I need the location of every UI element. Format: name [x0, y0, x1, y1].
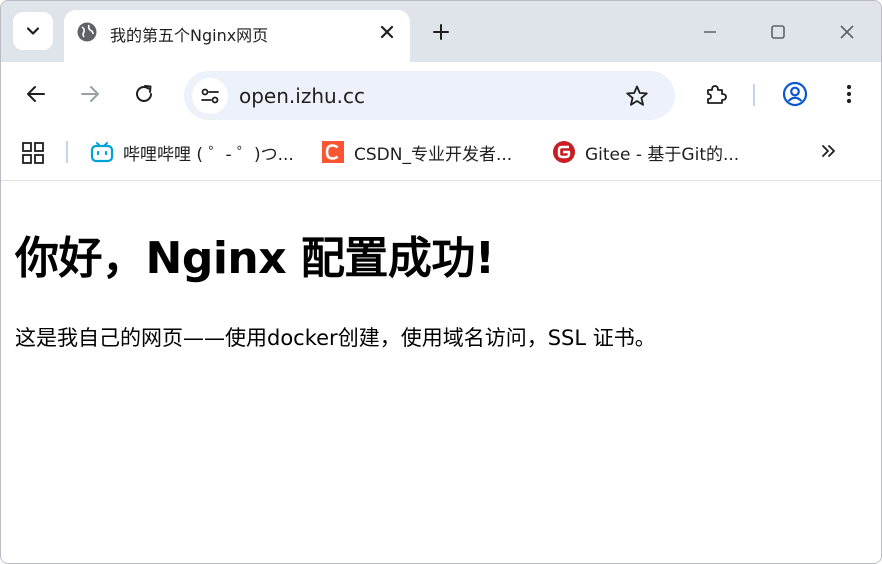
bookmark-label: Gitee - 基于Git的...: [585, 144, 740, 165]
globe-icon: [77, 22, 97, 42]
browser-window: 我的第五个Nginx网页 open.izhu.cc 哔哩哔哩 (゜- ゜)つ.…: [0, 0, 882, 564]
profile-button[interactable]: [782, 81, 808, 107]
apps-grid-icon[interactable]: [21, 141, 45, 165]
forward-button[interactable]: [77, 81, 103, 107]
menu-button[interactable]: [836, 81, 862, 107]
url-text[interactable]: open.izhu.cc: [239, 84, 365, 108]
tab-title: 我的第五个Nginx网页: [110, 26, 269, 45]
profile-icon: [782, 81, 808, 107]
minimize-button[interactable]: [698, 20, 722, 44]
address-bar[interactable]: open.izhu.cc: [184, 71, 675, 120]
back-button[interactable]: [23, 81, 49, 107]
toolbar-divider: [753, 84, 755, 106]
double-chevron-right-icon: [822, 145, 835, 157]
reload-button[interactable]: [131, 81, 157, 107]
minimize-icon: [704, 31, 716, 33]
bookmark-label: 哔哩哔哩 ( ゜- ゜)つ...: [123, 144, 294, 165]
chevron-down-icon: [26, 27, 40, 35]
page-content: 你好，Nginx 配置成功! 这是我自己的网页——使用docker创建，使用域名…: [1, 182, 881, 563]
star-icon: [626, 85, 648, 106]
bilibili-icon: [90, 142, 114, 163]
arrow-left-icon: [27, 86, 45, 102]
close-icon: [840, 25, 854, 39]
puzzle-icon: [707, 85, 727, 104]
tab-close-button[interactable]: [376, 21, 398, 43]
new-tab-button[interactable]: [429, 20, 453, 44]
arrow-right-icon: [81, 86, 99, 102]
maximize-icon: [771, 25, 785, 39]
more-bookmarks-button[interactable]: [816, 139, 840, 163]
bookmark-star-button[interactable]: [624, 83, 650, 109]
toolbar: open.izhu.cc: [1, 62, 881, 124]
page-paragraph: 这是我自己的网页——使用docker创建，使用域名访问，SSL 证书。: [15, 326, 656, 350]
bookmark-gitee[interactable]: Gitee - 基于Git的...: [552, 138, 739, 166]
plus-icon: [433, 24, 449, 40]
more-vert-icon: [846, 84, 852, 104]
site-info-button[interactable]: [192, 78, 228, 114]
gitee-icon: [553, 141, 575, 163]
bookmarks-divider: [66, 141, 68, 163]
bookmark-label: CSDN_专业开发者...: [354, 144, 513, 165]
window-close-button[interactable]: [835, 20, 859, 44]
page-heading: 你好，Nginx 配置成功!: [15, 233, 495, 284]
bookmark-bilibili[interactable]: 哔哩哔哩 ( ゜- ゜)つ...: [90, 138, 294, 166]
tune-icon: [201, 88, 219, 104]
reload-icon: [136, 85, 152, 102]
tab-active[interactable]: 我的第五个Nginx网页: [64, 10, 410, 62]
close-icon: [380, 25, 394, 39]
tab-strip: 我的第五个Nginx网页: [1, 1, 881, 62]
bookmarks-bar: 哔哩哔哩 ( ゜- ゜)つ... CSDN_专业开发者... Gitee - 基…: [1, 124, 881, 181]
maximize-button[interactable]: [766, 20, 790, 44]
csdn-icon: [322, 141, 344, 163]
tab-search-button[interactable]: [13, 12, 53, 50]
bookmark-csdn[interactable]: CSDN_专业开发者...: [321, 138, 512, 166]
extensions-button[interactable]: [703, 81, 729, 107]
